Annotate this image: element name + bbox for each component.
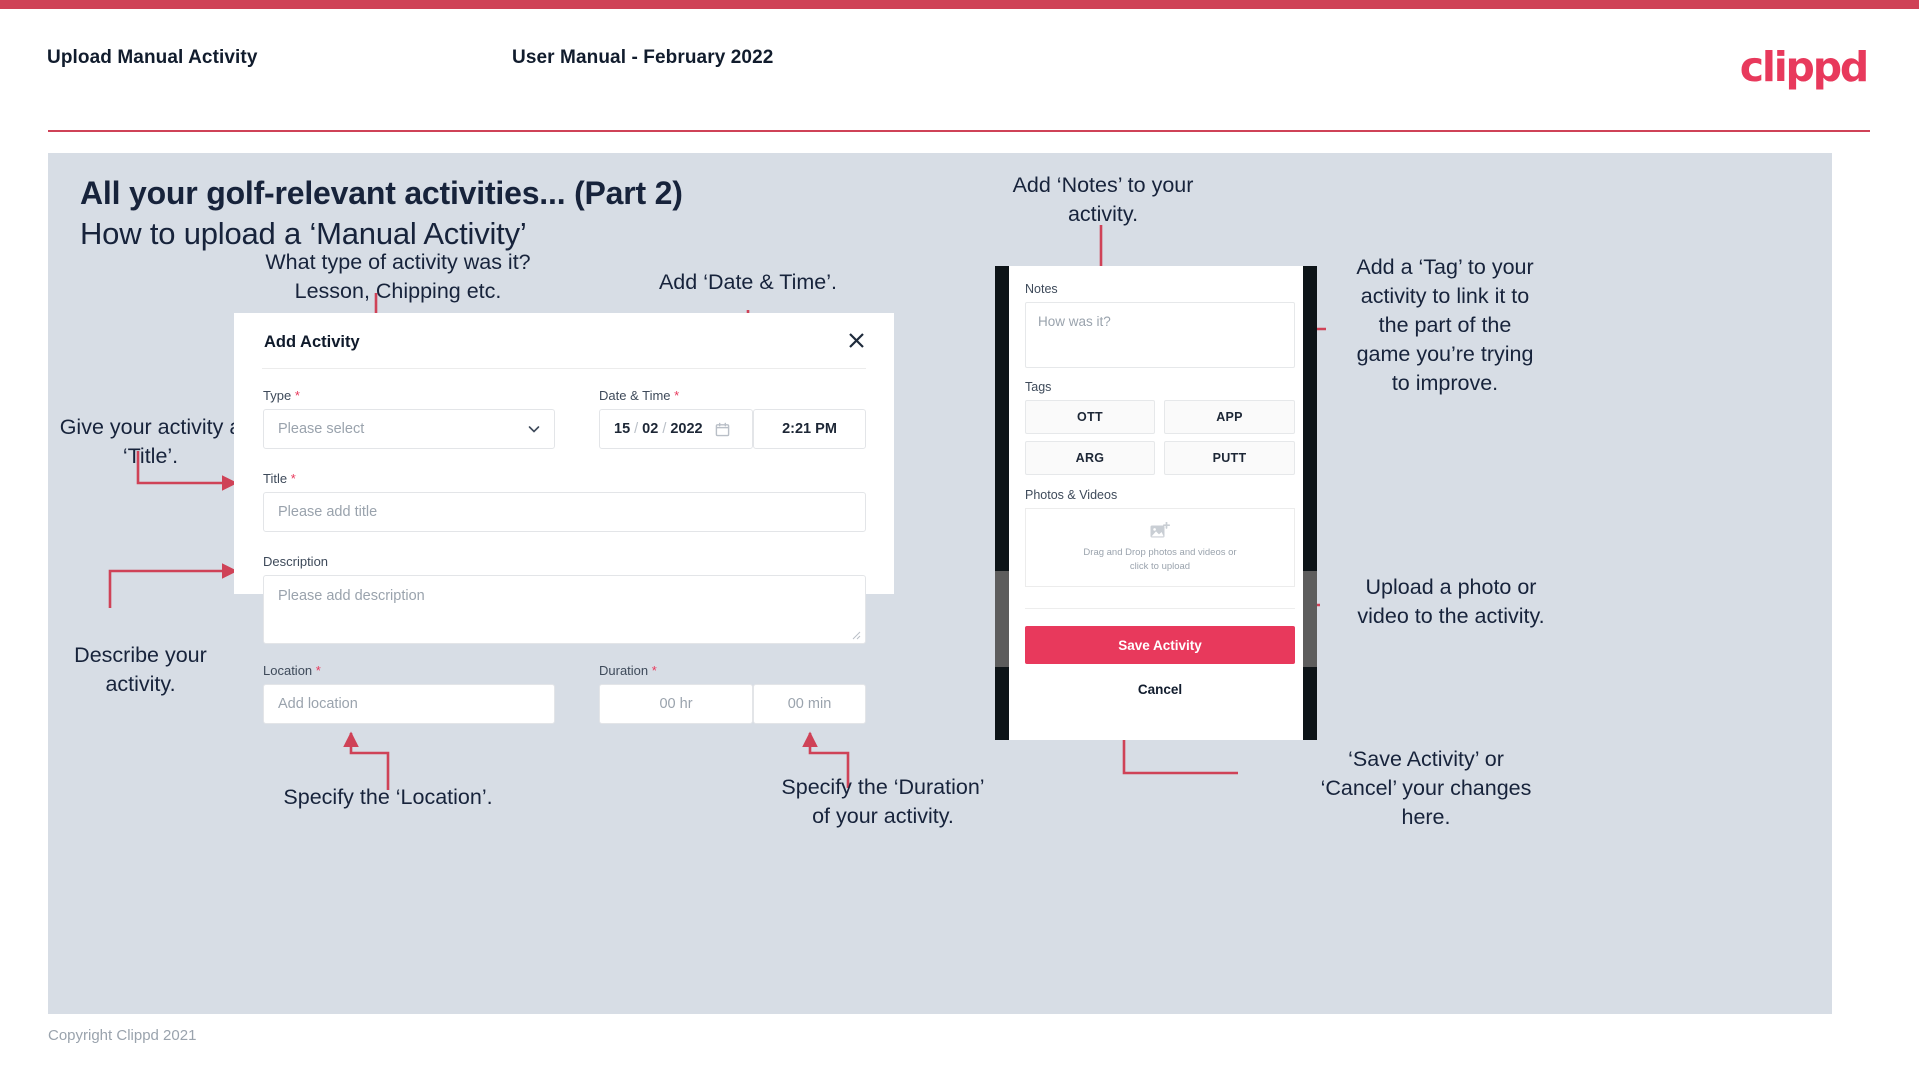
close-icon[interactable] <box>843 327 869 353</box>
duration-label: Duration * <box>599 663 657 678</box>
date-sep-1: / <box>634 421 639 437</box>
duration-minutes-input[interactable]: 00 min <box>753 684 866 724</box>
type-label: Type * <box>263 388 300 403</box>
clippd-logo: clippd <box>1739 43 1869 91</box>
location-label: Location * <box>263 663 321 678</box>
header-left-title: Upload Manual Activity <box>47 47 258 68</box>
phone-bezel-right <box>1303 266 1317 740</box>
photos-label: Photos & Videos <box>1025 488 1118 502</box>
annotation-save-cancel: ‘Save Activity’ or ‘Cancel’ your changes… <box>1320 747 1532 829</box>
notes-placeholder: How was it? <box>1038 314 1111 329</box>
duration-hours-input[interactable]: 00 hr <box>599 684 753 724</box>
footer-copyright: Copyright Clippd 2021 <box>48 1027 197 1044</box>
title-label: Title * <box>263 471 296 486</box>
slide-title: All your golf-relevant activities... (Pa… <box>80 175 683 211</box>
tag-button-ott[interactable]: OTT <box>1025 400 1155 434</box>
calendar-icon[interactable] <box>715 422 730 437</box>
annotation-duration: Specify the ‘Duration’ of your activity. <box>781 775 985 828</box>
time-value: 2:21 PM <box>782 421 837 437</box>
resize-grip-icon[interactable] <box>852 631 861 640</box>
close-icon-glyph <box>848 332 864 348</box>
phone-divider <box>1025 608 1295 609</box>
annotation-description: Describe your activity. <box>74 643 207 696</box>
datetime-label: Date & Time * <box>599 388 680 403</box>
photo-drop-zone[interactable]: Drag and Drop photos and videos or click… <box>1025 508 1295 587</box>
header-divider <box>48 130 1870 132</box>
slide-page: Upload Manual Activity User Manual - Feb… <box>0 0 1919 1079</box>
title-placeholder: Please add title <box>278 504 378 520</box>
phone-screen: Notes How was it? Tags OTT APP ARG PUTT … <box>1009 266 1303 740</box>
phone-mockup: Notes How was it? Tags OTT APP ARG PUTT … <box>995 266 1317 740</box>
page-header: Upload Manual Activity User Manual - Feb… <box>0 9 1919 132</box>
date-year: 2022 <box>670 421 703 437</box>
tag-button-putt[interactable]: PUTT <box>1164 441 1295 475</box>
date-sep-2: / <box>662 421 667 437</box>
date-day: 15 <box>614 421 631 437</box>
duration-minutes-placeholder: 00 min <box>787 696 832 712</box>
date-month: 02 <box>642 421 659 437</box>
annotation-type: What type of activity was it? Lesson, Ch… <box>265 250 531 303</box>
cancel-button[interactable]: Cancel <box>1025 682 1295 697</box>
dialog-title: Add Activity <box>264 333 360 351</box>
top-accent-bar <box>0 0 1919 9</box>
duration-hours-placeholder: 00 hr <box>659 696 693 712</box>
phone-bezel-left <box>995 266 1009 740</box>
annotation-upload: Upload a photo or video to the activity. <box>1357 575 1545 628</box>
notes-textarea[interactable]: How was it? <box>1025 302 1295 368</box>
location-placeholder: Add location <box>278 696 358 712</box>
add-image-icon <box>1150 521 1170 537</box>
phone-side-button-left[interactable] <box>995 571 1009 667</box>
tag-button-app[interactable]: APP <box>1164 400 1295 434</box>
description-label: Description <box>263 554 329 569</box>
header-center-title: User Manual - February 2022 <box>512 47 774 68</box>
type-placeholder: Please select <box>278 421 365 437</box>
annotation-title: Give your activity a ‘Title’. <box>59 415 242 468</box>
date-input[interactable]: 15 / 02 / 2022 <box>599 409 753 449</box>
annotation-notes: Add ‘Notes’ to your activity. <box>1012 173 1194 226</box>
dialog-header-divider <box>262 368 866 369</box>
save-activity-button[interactable]: Save Activity <box>1025 626 1295 664</box>
tag-button-arg[interactable]: ARG <box>1025 441 1155 475</box>
slide-body: All your golf-relevant activities... (Pa… <box>48 153 1832 1014</box>
add-activity-dialog: Add Activity Type * Please select Date &… <box>234 313 894 724</box>
slide-subtitle: How to upload a ‘Manual Activity’ <box>80 216 527 251</box>
tags-label: Tags <box>1025 380 1052 394</box>
type-select[interactable]: Please select <box>263 409 555 449</box>
chevron-down-icon <box>528 426 540 433</box>
annotation-tag: Add a ‘Tag’ to your activity to link it … <box>1356 255 1534 395</box>
notes-label: Notes <box>1025 282 1058 296</box>
description-textarea[interactable]: Please add description <box>263 575 866 644</box>
phone-side-button-right[interactable] <box>1303 571 1317 667</box>
description-placeholder: Please add description <box>278 588 425 604</box>
annotation-location: Specify the ‘Location’. <box>283 785 493 809</box>
title-input[interactable]: Please add title <box>263 492 866 532</box>
location-input[interactable]: Add location <box>263 684 555 724</box>
time-input[interactable]: 2:21 PM <box>753 409 866 449</box>
annotation-datetime: Add ‘Date & Time’. <box>658 270 838 294</box>
photo-drop-text: Drag and Drop photos and videos or click… <box>1083 546 1237 572</box>
